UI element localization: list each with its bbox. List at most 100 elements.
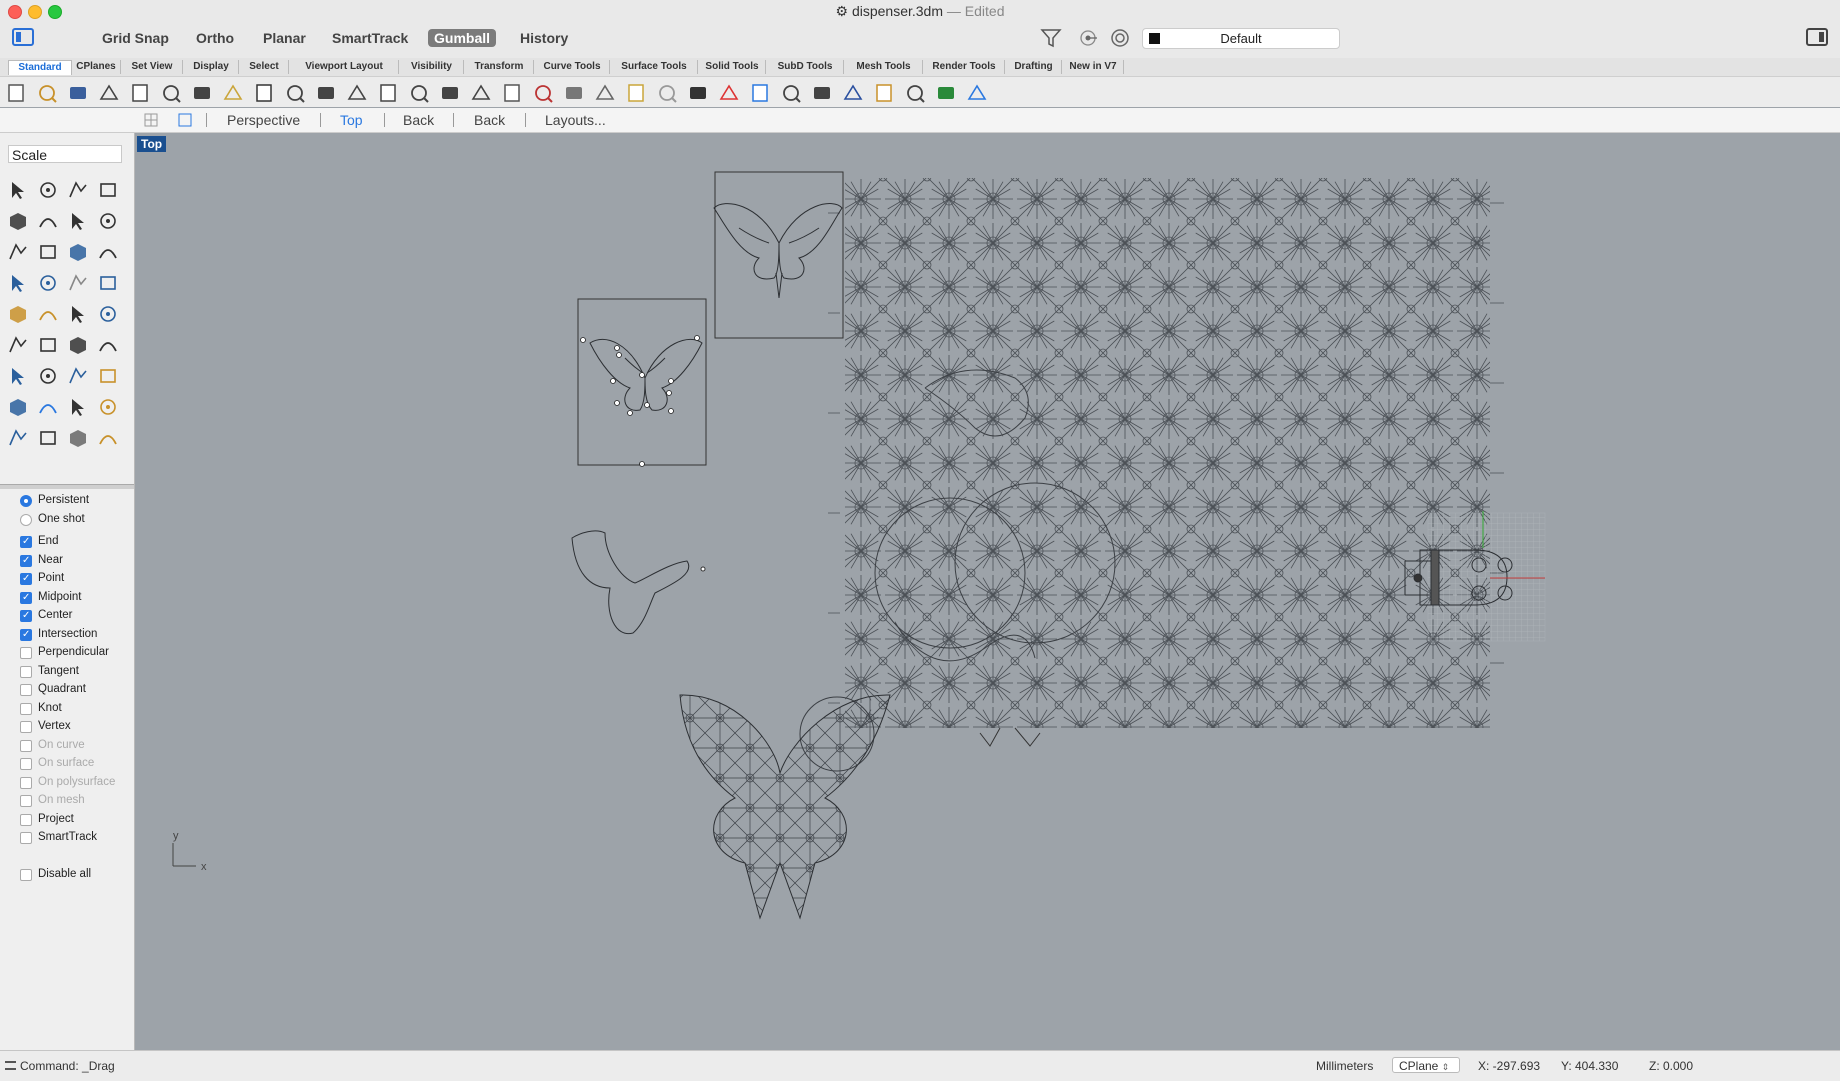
select-icon[interactable] [6,178,30,202]
tab-visibility[interactable]: Visibility [400,60,464,74]
split-icon[interactable] [96,302,120,326]
radio-button[interactable] [20,495,32,507]
circle-icon[interactable] [6,209,30,233]
cylinder-icon[interactable] [66,271,90,295]
star-pattern-panel[interactable] [845,178,1490,728]
print-icon[interactable] [98,82,120,104]
box-icon[interactable] [6,271,30,295]
copy-icon[interactable] [191,82,213,104]
import-icon[interactable] [129,82,151,104]
array-icon[interactable] [66,364,90,388]
layers-icon[interactable] [625,82,647,104]
ellipse-icon[interactable] [36,209,60,233]
zoom-icon[interactable] [346,82,368,104]
checkbox[interactable] [20,571,32,587]
join-icon[interactable] [36,333,60,357]
half-butterfly-outline[interactable] [571,530,690,635]
checkbox[interactable] [20,832,32,844]
check-icon[interactable] [36,426,60,450]
tab-select[interactable]: Select [240,60,289,74]
render-icon[interactable] [96,426,120,450]
checkbox[interactable] [20,608,32,624]
top-viewport[interactable]: y x Top [135,133,1840,1050]
surface-edit-icon[interactable] [96,240,120,264]
checkbox[interactable] [20,665,32,678]
zoom-extents-icon[interactable] [408,82,430,104]
selection-filter-icon[interactable] [1040,28,1062,48]
rectangle-3pt-icon[interactable] [96,209,120,233]
mode-grid-snap-button[interactable]: Grid Snap [96,29,175,47]
hide-icon[interactable] [718,82,740,104]
checkbox[interactable] [20,813,32,826]
polygon-icon[interactable] [66,209,90,233]
transform-icon[interactable] [96,395,120,419]
undo-icon[interactable] [253,82,275,104]
boolean-icon[interactable] [6,302,30,326]
object-properties-icon[interactable] [594,82,616,104]
fillet-curve-icon[interactable] [36,240,60,264]
checkbox[interactable] [20,868,32,881]
checkbox[interactable] [20,721,32,733]
help-icon[interactable] [966,82,988,104]
open-icon[interactable] [36,82,58,104]
cut-icon[interactable] [160,82,182,104]
undo-view-icon[interactable] [470,82,492,104]
osnap-icon[interactable] [1078,28,1098,48]
trim-icon[interactable] [66,302,90,326]
tab-new-in-v7[interactable]: New in V7 [1063,60,1124,74]
panels-toggle-icon[interactable] [1806,28,1828,46]
record-history-icon[interactable] [1110,28,1130,48]
butterfly-selected[interactable] [589,338,703,411]
polyline-icon[interactable] [66,178,90,202]
tab-back[interactable]: Back [403,108,434,132]
gumball-icon[interactable] [96,364,120,388]
tab-surface-tools[interactable]: Surface Tools [611,60,698,74]
mesh-icon[interactable] [66,426,90,450]
analyze-icon[interactable] [904,82,926,104]
checkbox[interactable] [20,702,32,715]
checkbox[interactable] [20,627,32,643]
mode-history-button[interactable]: History [514,29,574,47]
paste-icon[interactable] [222,82,244,104]
command-input[interactable]: Scale [8,145,122,163]
checkbox[interactable] [20,590,32,606]
tab-set-view[interactable]: Set View [122,60,183,74]
sphere-icon[interactable] [36,271,60,295]
text-icon[interactable] [6,364,30,388]
viewport-canvas[interactable]: y x [135,133,1840,1050]
grid-array-icon[interactable] [66,395,90,419]
tab-standard[interactable]: Standard [8,60,72,75]
save-icon[interactable] [67,82,89,104]
butterfly-top[interactable] [713,203,843,299]
checkbox[interactable] [20,534,32,550]
light-icon[interactable] [656,82,678,104]
new-icon[interactable] [5,82,27,104]
lock-icon[interactable] [687,82,709,104]
tab-mesh-tools[interactable]: Mesh Tools [845,60,923,74]
tab-top[interactable]: Top [340,108,363,132]
tab-subd-tools[interactable]: SubD Tools [767,60,844,74]
color-wheel-icon[interactable] [749,82,771,104]
tab-render-tools[interactable]: Render Tools [924,60,1005,74]
solid-tools-icon[interactable] [6,395,30,419]
single-viewport-icon[interactable] [178,113,192,127]
zoom-window-icon[interactable] [377,82,399,104]
tab-drafting[interactable]: Drafting [1006,60,1062,74]
tab-curve-tools[interactable]: Curve Tools [535,60,610,74]
checkbox[interactable] [20,553,32,569]
group-icon[interactable] [6,333,30,357]
viewport-label[interactable]: Top [137,136,167,152]
hatch-icon[interactable] [36,395,60,419]
four-viewports-icon[interactable] [501,82,523,104]
mode-smarttrack-button[interactable]: SmartTrack [326,29,414,47]
dimension-icon[interactable] [36,364,60,388]
checkbox[interactable] [20,647,32,659]
tab-back-2[interactable]: Back [474,108,505,132]
four-viewports-icon[interactable] [144,113,158,127]
tab-display[interactable]: Display [184,60,239,74]
tab-transform[interactable]: Transform [465,60,534,74]
pan-icon[interactable] [284,82,306,104]
mode-ortho-button[interactable]: Ortho [190,29,240,47]
point-icon[interactable] [36,178,60,202]
blend-icon[interactable] [66,333,90,357]
